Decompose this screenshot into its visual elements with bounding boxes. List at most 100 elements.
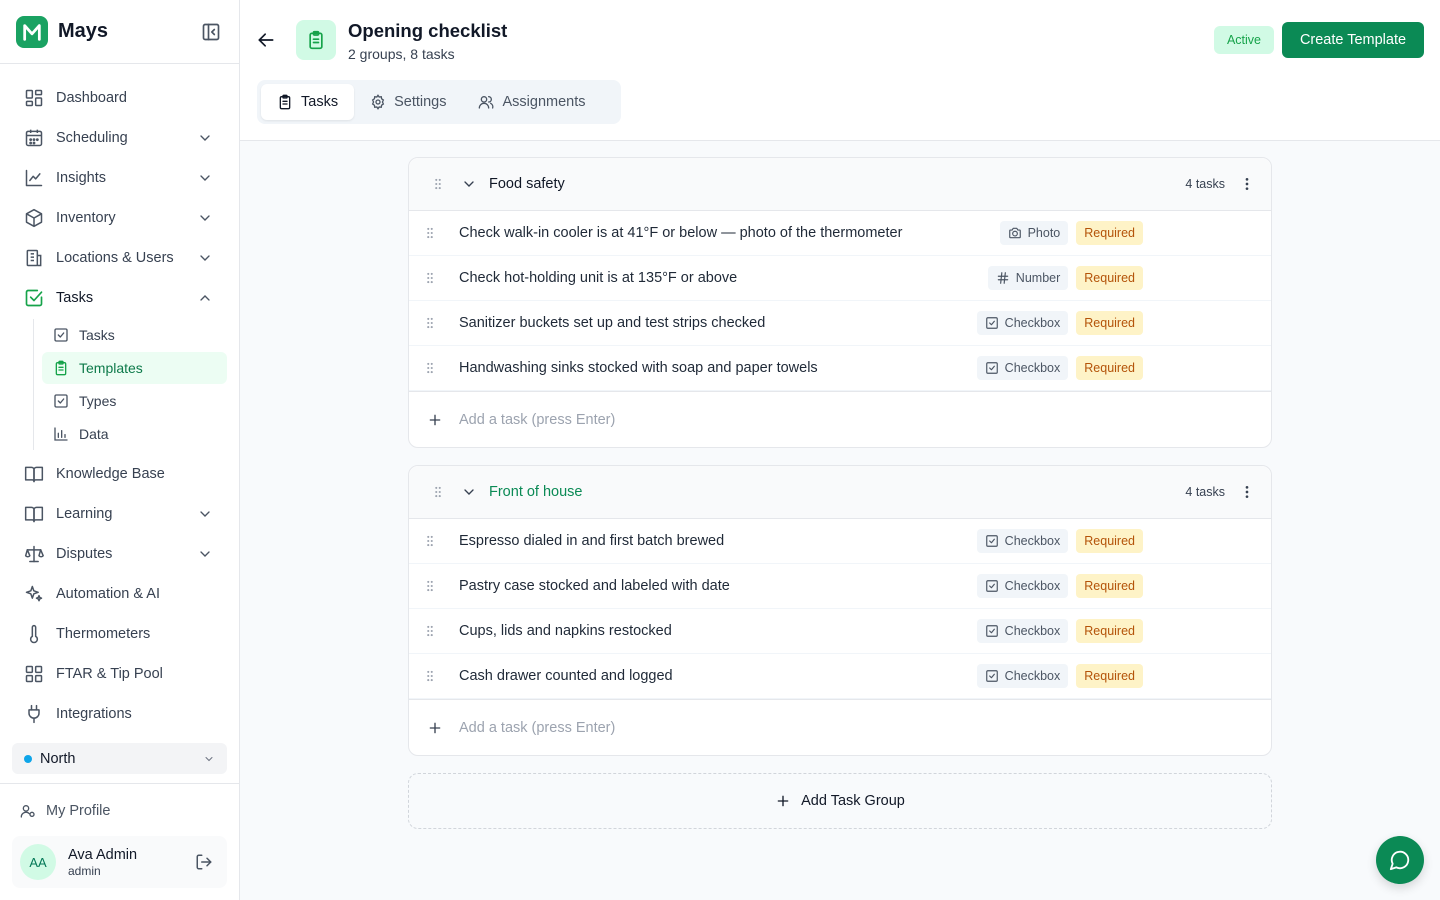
drag-handle-icon[interactable] bbox=[423, 226, 437, 240]
add-task-input[interactable]: Add a task (press Enter) bbox=[409, 699, 1271, 755]
sidebar-item-learning[interactable]: Learning bbox=[0, 494, 239, 534]
building-icon bbox=[24, 248, 44, 268]
chevron-down-icon bbox=[197, 130, 213, 146]
task-text: Espresso dialed in and first batch brewe… bbox=[459, 533, 725, 549]
add-task-input[interactable]: Add a task (press Enter) bbox=[409, 391, 1271, 447]
chevron-down-icon bbox=[203, 753, 215, 765]
drag-handle-icon[interactable] bbox=[423, 534, 437, 548]
tab-label: Assignments bbox=[502, 94, 586, 110]
task-row[interactable]: Handwashing sinks stocked with soap and … bbox=[409, 346, 1271, 391]
task-row[interactable]: Cups, lids and napkins restocked Checkbo… bbox=[409, 609, 1271, 654]
logout-icon[interactable] bbox=[195, 853, 213, 871]
sidebar-item-label: Locations & Users bbox=[56, 250, 174, 266]
subnav-item-tasks[interactable]: Tasks bbox=[42, 319, 227, 351]
sidebar-item-insights[interactable]: Insights bbox=[0, 158, 239, 198]
sidebar-item-locations-users[interactable]: Locations & Users bbox=[0, 238, 239, 278]
task-row[interactable]: Check walk-in cooler is at 41°F or below… bbox=[409, 211, 1271, 256]
calendar-icon bbox=[24, 128, 44, 148]
sidebar-item-integrations[interactable]: Integrations bbox=[0, 694, 239, 734]
subnav-item-label: Types bbox=[79, 393, 117, 409]
drag-handle-icon[interactable] bbox=[423, 624, 437, 638]
task-text: Cups, lids and napkins restocked bbox=[459, 623, 672, 639]
subnav-item-types[interactable]: Types bbox=[42, 385, 227, 417]
sidebar-item-ftar-tip-pool[interactable]: FTAR & Tip Pool bbox=[0, 654, 239, 694]
sidebar-collapse-icon[interactable] bbox=[199, 20, 223, 44]
task-group-name[interactable]: Food safety bbox=[489, 176, 565, 192]
add-task-group-button[interactable]: Add Task Group bbox=[408, 773, 1272, 829]
task-group: Food safety 4 tasks Check walk-in cooler… bbox=[408, 157, 1272, 448]
task-type-badge: Checkbox bbox=[976, 619, 1069, 643]
drag-handle-icon[interactable] bbox=[431, 177, 445, 191]
location-select[interactable]: North bbox=[12, 743, 227, 774]
chat-bubble-icon[interactable] bbox=[1376, 836, 1424, 884]
required-badge: Required bbox=[1076, 266, 1143, 290]
book-icon bbox=[24, 464, 44, 484]
page-subtitle: 2 groups, 8 tasks bbox=[348, 46, 455, 62]
sidebar-item-label: Disputes bbox=[56, 546, 113, 562]
check-square-icon bbox=[985, 534, 999, 548]
more-vertical-icon[interactable] bbox=[1239, 176, 1255, 192]
task-group-count: 4 tasks bbox=[1185, 485, 1225, 499]
chevron-down-icon[interactable] bbox=[461, 484, 477, 500]
task-row[interactable]: Espresso dialed in and first batch brewe… bbox=[409, 519, 1271, 564]
task-row[interactable]: Check hot-holding unit is at 135°F or ab… bbox=[409, 256, 1271, 301]
check-square-icon bbox=[985, 361, 999, 375]
sidebar-item-disputes[interactable]: Disputes bbox=[0, 534, 239, 574]
mays-logo-icon[interactable] bbox=[16, 15, 48, 48]
tab-tasks[interactable]: Tasks bbox=[261, 84, 355, 120]
sidebar-item-inventory[interactable]: Inventory bbox=[0, 198, 239, 238]
check-square-icon bbox=[985, 624, 999, 638]
template-tabs: Tasks Settings Assignments bbox=[257, 80, 621, 124]
sidebar-item-knowledge-base[interactable]: Knowledge Base bbox=[0, 454, 239, 494]
my-profile-link[interactable]: My Profile bbox=[20, 803, 110, 819]
sidebar-item-label: Scheduling bbox=[56, 130, 128, 146]
sidebar-item-tasks[interactable]: Tasks bbox=[0, 278, 239, 318]
sidebar-item-automation-ai[interactable]: Automation & AI bbox=[0, 574, 239, 614]
back-arrow-icon[interactable] bbox=[256, 30, 276, 50]
sidebar-item-dashboard[interactable]: Dashboard bbox=[0, 78, 239, 118]
tab-settings[interactable]: Settings bbox=[354, 84, 462, 120]
task-type-badge: Checkbox bbox=[976, 356, 1069, 380]
user-info: Ava Admin admin bbox=[68, 847, 137, 878]
sidebar-item-label: Tasks bbox=[56, 290, 94, 306]
task-row[interactable]: Sanitizer buckets set up and test strips… bbox=[409, 301, 1271, 346]
sidebar-item-label: Inventory bbox=[56, 210, 116, 226]
drag-handle-icon[interactable] bbox=[431, 485, 445, 499]
task-text: Cash drawer counted and logged bbox=[459, 668, 673, 684]
clipboard-icon bbox=[277, 94, 293, 110]
drag-handle-icon[interactable] bbox=[423, 669, 437, 683]
user-name: Ava Admin bbox=[68, 846, 138, 863]
subnav-item-templates[interactable]: Templates bbox=[42, 352, 227, 384]
task-row[interactable]: Pastry case stocked and labeled with dat… bbox=[409, 564, 1271, 609]
sidebar-nav: Dashboard Scheduling Insights Inventory … bbox=[0, 64, 239, 734]
box-icon bbox=[24, 208, 44, 228]
more-vertical-icon[interactable] bbox=[1239, 484, 1255, 500]
sidebar-item-label: Learning bbox=[56, 506, 113, 522]
task-text: Pastry case stocked and labeled with dat… bbox=[459, 578, 730, 594]
chart-line-icon bbox=[24, 168, 44, 188]
drag-handle-icon[interactable] bbox=[423, 579, 437, 593]
subnav-item-label: Templates bbox=[79, 360, 143, 376]
sidebar: Mays Dashboard Scheduling Insights Inven… bbox=[0, 0, 240, 900]
sidebar-item-label: Insights bbox=[56, 170, 106, 186]
sidebar-item-scheduling[interactable]: Scheduling bbox=[0, 118, 239, 158]
bar-chart-icon bbox=[53, 426, 69, 442]
required-badge: Required bbox=[1076, 221, 1143, 245]
status-badge: Active bbox=[1214, 26, 1274, 54]
clipboard-icon bbox=[296, 20, 336, 60]
task-type-badge: Checkbox bbox=[976, 664, 1069, 688]
subnav-item-data[interactable]: Data bbox=[42, 418, 227, 450]
task-text: Handwashing sinks stocked with soap and … bbox=[459, 360, 818, 376]
thermometer-icon bbox=[24, 624, 44, 644]
drag-handle-icon[interactable] bbox=[423, 361, 437, 375]
tab-assignments[interactable]: Assignments bbox=[462, 84, 601, 120]
create-template-button[interactable]: Create Template bbox=[1282, 22, 1424, 58]
task-row[interactable]: Cash drawer counted and logged Checkbox … bbox=[409, 654, 1271, 699]
task-group-name[interactable]: Front of house bbox=[489, 484, 583, 500]
chevron-down-icon[interactable] bbox=[461, 176, 477, 192]
brand-name: Mays bbox=[58, 20, 109, 42]
avatar: AA bbox=[20, 844, 56, 880]
sidebar-item-thermometers[interactable]: Thermometers bbox=[0, 614, 239, 654]
drag-handle-icon[interactable] bbox=[423, 271, 437, 285]
drag-handle-icon[interactable] bbox=[423, 316, 437, 330]
